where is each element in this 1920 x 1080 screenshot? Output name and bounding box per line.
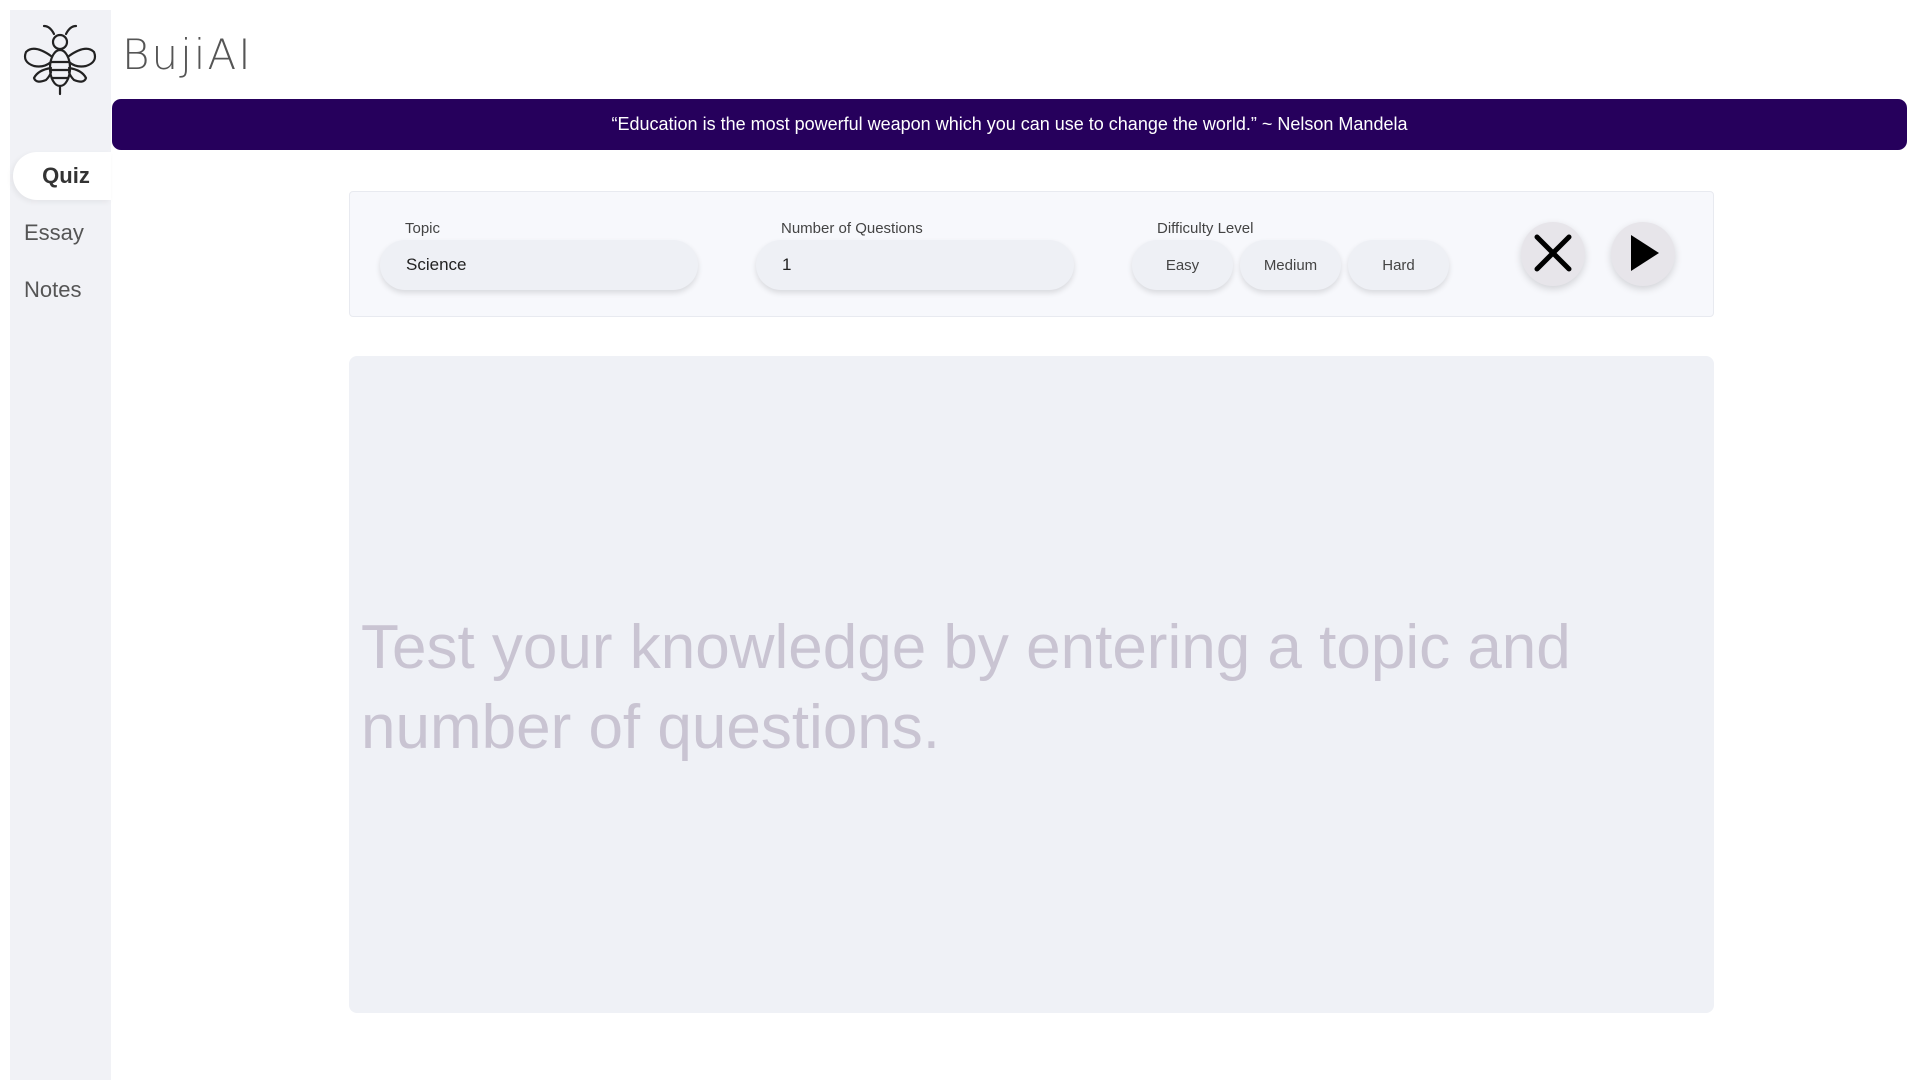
topic-label: Topic (405, 220, 441, 237)
app-title: BujiAI (122, 30, 253, 79)
output-placeholder-text: Test your knowledge by entering a topic … (361, 613, 1571, 762)
difficulty-label: Difficulty Level (1157, 220, 1254, 237)
num-questions-label: Number of Questions (781, 220, 923, 237)
play-icon (1625, 233, 1661, 276)
difficulty-hard-button[interactable]: Hard (1348, 240, 1449, 290)
difficulty-easy-button[interactable]: Easy (1132, 240, 1233, 290)
quiz-output-panel: Test your knowledge by entering a topic … (349, 356, 1714, 1013)
start-quiz-button[interactable] (1611, 222, 1675, 286)
sidebar-item-notes[interactable]: Notes (13, 266, 111, 314)
sidebar-item-quiz[interactable]: Quiz (13, 152, 111, 200)
clear-button[interactable] (1521, 222, 1585, 286)
difficulty-medium-button[interactable]: Medium (1240, 240, 1341, 290)
quiz-controls-panel: Topic Number of Questions Difficulty Lev… (349, 191, 1714, 317)
quote-banner: “Education is the most powerful weapon w… (112, 99, 1907, 150)
sidebar-item-essay[interactable]: Essay (13, 209, 111, 257)
topic-input[interactable] (380, 240, 698, 290)
num-questions-input[interactable] (756, 240, 1074, 290)
bee-logo-icon (20, 18, 100, 98)
close-icon (1533, 233, 1573, 276)
